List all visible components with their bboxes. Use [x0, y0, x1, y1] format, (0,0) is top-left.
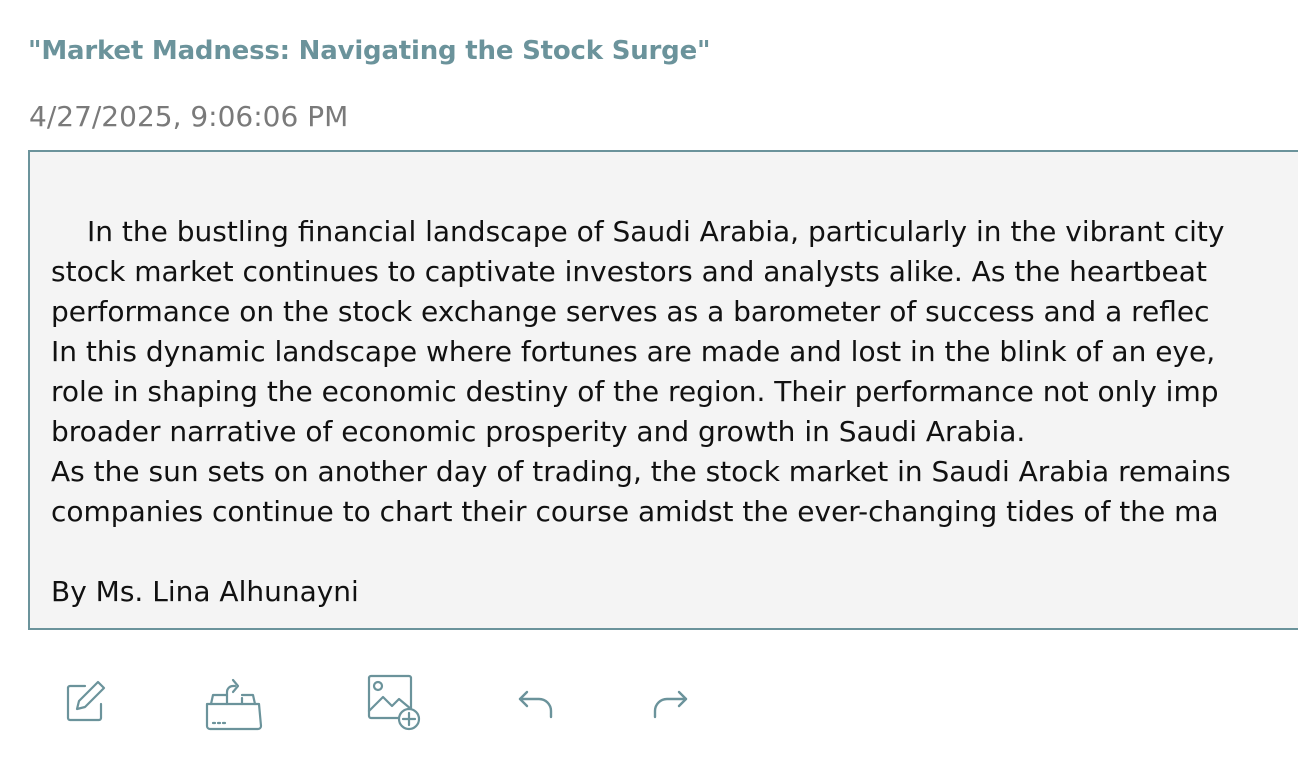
post-title: "Market Madness: Navigating the Stock Su… — [28, 36, 711, 66]
add-image-button[interactable] — [360, 670, 424, 734]
body-line: broader narrative of economic prosperity… — [51, 415, 1026, 448]
post-byline: By Ms. Lina Alhunayni — [51, 575, 359, 608]
share-button[interactable] — [202, 670, 266, 734]
body-line: performance on the stock exchange serves… — [51, 295, 1210, 328]
add-image-icon — [367, 674, 421, 731]
redo-button[interactable] — [637, 670, 701, 734]
edit-icon — [66, 680, 106, 722]
redo-icon — [653, 690, 688, 719]
undo-button[interactable] — [505, 670, 569, 734]
post-view: "Market Madness: Navigating the Stock Su… — [0, 0, 1298, 770]
post-body: In the bustling financial landscape of S… — [51, 212, 1298, 612]
body-line: In this dynamic landscape where fortunes… — [51, 335, 1216, 368]
post-toolbar — [0, 670, 1298, 740]
body-line: In the bustling financial landscape of S… — [87, 215, 1225, 248]
body-line: As the sun sets on another day of tradin… — [51, 455, 1231, 488]
body-line: stock market continues to captivate inve… — [51, 255, 1207, 288]
post-content-box[interactable]: In the bustling financial landscape of S… — [28, 150, 1298, 630]
share-upload-icon — [205, 678, 263, 731]
body-line: companies continue to chart their course… — [51, 495, 1219, 528]
undo-icon — [518, 690, 553, 719]
post-timestamp: 4/27/2025, 9:06:06 PM — [29, 100, 349, 133]
edit-button[interactable] — [52, 670, 116, 734]
body-line: role in shaping the economic destiny of … — [51, 375, 1219, 408]
